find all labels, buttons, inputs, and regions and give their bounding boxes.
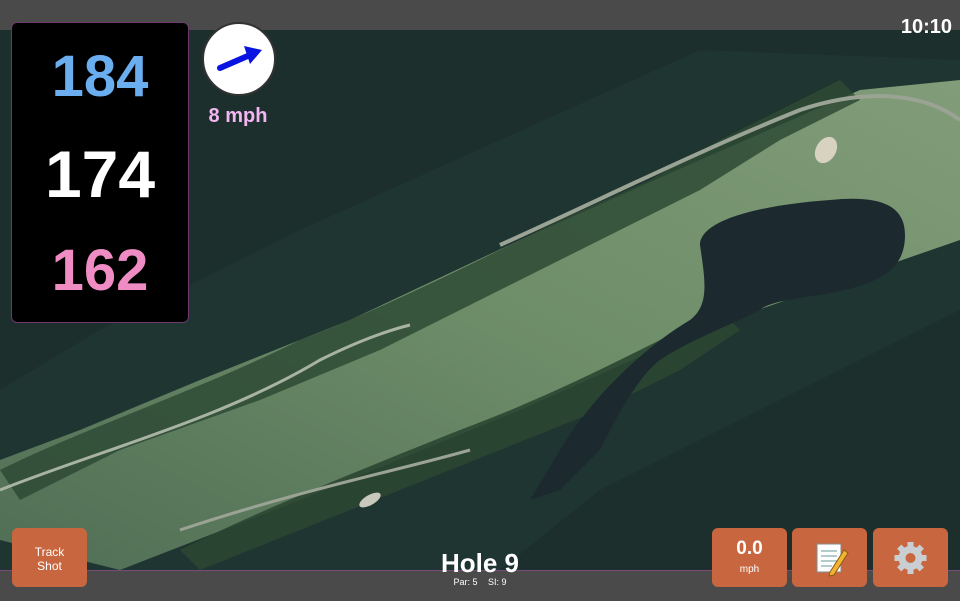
- wind-speed: 8 mph: [208, 105, 268, 127]
- settings-button[interactable]: [873, 528, 948, 587]
- hole-title: Hole 9: [440, 548, 520, 578]
- hole-stroke-index: SI: 9: [488, 577, 507, 587]
- notes-button[interactable]: [792, 528, 867, 587]
- wind-direction-arrow-icon: [217, 46, 262, 71]
- track-shot-button[interactable]: Track Shot: [12, 528, 87, 587]
- hole-par: Par: 5: [453, 577, 478, 587]
- middle-distance: 174: [44, 137, 156, 211]
- hole-info: Par: 5 SI: 9: [380, 577, 580, 587]
- clock: 10:10: [900, 16, 952, 38]
- speed-unit: mph: [739, 564, 760, 575]
- track-shot-label-line2: Shot: [37, 559, 62, 573]
- gear-icon: [894, 542, 927, 574]
- track-shot-label-line1: Track: [34, 545, 65, 559]
- speed-value: 0.0: [736, 538, 763, 559]
- speed-button[interactable]: 0.0 mph: [712, 528, 787, 587]
- distance-panel: 184 174 162: [11, 22, 189, 323]
- front-distance: 162: [51, 238, 149, 303]
- memo-icon: [816, 543, 849, 577]
- back-distance: 184: [51, 44, 149, 109]
- wind-indicator: [202, 22, 276, 96]
